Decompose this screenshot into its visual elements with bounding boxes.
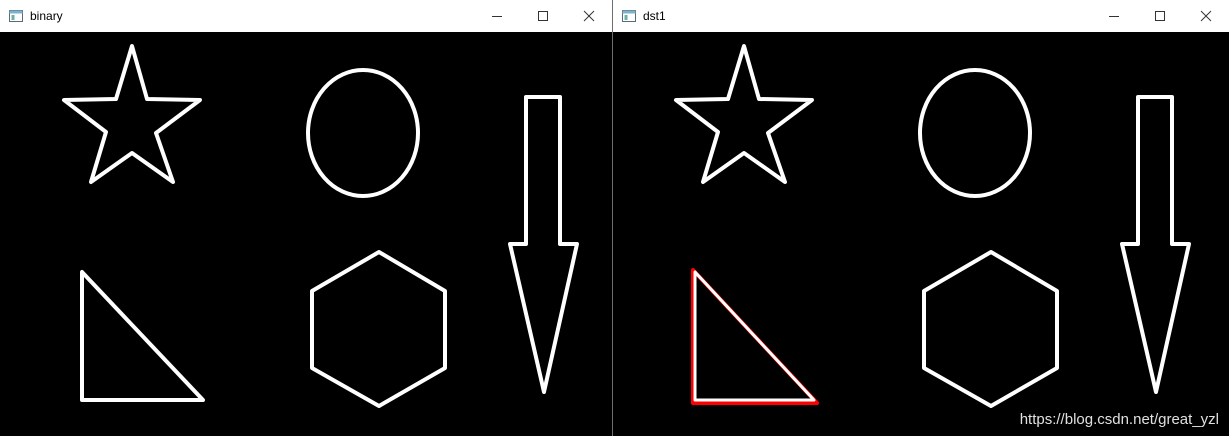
maximize-icon	[538, 11, 548, 21]
maximize-icon	[1155, 11, 1165, 21]
app-window-icon	[621, 8, 637, 24]
window-controls	[474, 0, 612, 32]
close-icon	[583, 10, 595, 22]
star-shape	[674, 44, 814, 184]
title-bar[interactable]: binary	[0, 0, 612, 32]
image-canvas: https://blog.csdn.net/great_yzl	[613, 32, 1229, 436]
shapes-svg	[674, 44, 1191, 408]
window-title: dst1	[643, 9, 666, 23]
watermark-text: https://blog.csdn.net/great_yzl	[1019, 411, 1219, 428]
close-button[interactable]	[566, 0, 612, 32]
minimize-button[interactable]	[1091, 0, 1137, 32]
close-button[interactable]	[1183, 0, 1229, 32]
window-title: binary	[30, 9, 63, 23]
window-binary: binary	[0, 0, 612, 436]
image-canvas	[0, 32, 612, 436]
window-dst1: dst1 https://blog.csdn.net/great_yzl	[613, 0, 1229, 436]
star-shape	[62, 44, 202, 184]
shapes-svg	[62, 44, 579, 408]
app-window-icon	[8, 8, 24, 24]
minimize-button[interactable]	[474, 0, 520, 32]
close-icon	[1200, 10, 1212, 22]
title-bar[interactable]: dst1	[613, 0, 1229, 32]
ellipse-shape	[306, 68, 420, 198]
arrow-shape	[1120, 95, 1191, 394]
desktop: binary dst1 https://blog.csdn.net/great_…	[0, 0, 1229, 436]
ellipse-shape	[918, 68, 1032, 198]
minimize-icon	[1109, 16, 1119, 17]
hexagon-shape	[310, 250, 447, 408]
triangle-shape	[80, 270, 205, 402]
arrow-shape	[508, 95, 579, 394]
maximize-button[interactable]	[520, 0, 566, 32]
window-controls	[1091, 0, 1229, 32]
hexagon-shape	[922, 250, 1059, 408]
triangle-shape	[693, 270, 816, 402]
maximize-button[interactable]	[1137, 0, 1183, 32]
minimize-icon	[492, 16, 502, 17]
